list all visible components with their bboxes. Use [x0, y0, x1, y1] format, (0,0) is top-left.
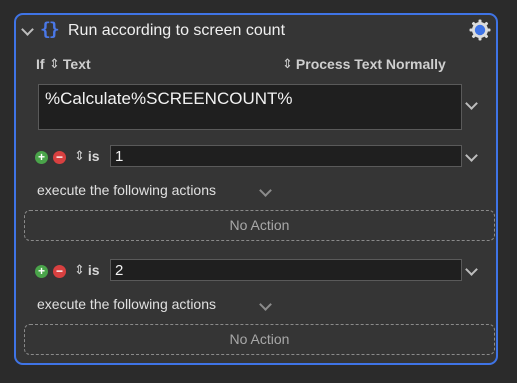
up-down-arrows-icon: ⇕: [74, 148, 85, 163]
process-mode-popup[interactable]: ⇕ Process Text Normally: [282, 56, 446, 72]
source-type-label: Text: [62, 56, 91, 72]
execute-actions-label[interactable]: execute the following actions: [37, 296, 216, 312]
case-value-chevron-icon[interactable]: [465, 263, 478, 276]
action-title[interactable]: Run according to screen count: [68, 22, 285, 40]
if-label: If: [36, 56, 45, 72]
execute-actions-label[interactable]: execute the following actions: [37, 182, 216, 198]
remove-case-icon[interactable]: −: [53, 151, 66, 164]
case-operator-label: is: [87, 262, 100, 278]
case-operator-label: is: [87, 148, 100, 164]
no-action-dropzone[interactable]: No Action: [24, 324, 495, 355]
case-value-field[interactable]: 2: [110, 259, 462, 281]
add-case-icon[interactable]: +: [35, 151, 48, 164]
gear-icon[interactable]: [469, 19, 491, 41]
case-value-chevron-icon[interactable]: [465, 149, 478, 162]
remove-case-icon[interactable]: −: [53, 265, 66, 278]
case-value-field[interactable]: 1: [110, 145, 462, 167]
expression-menu-chevron-icon[interactable]: [465, 97, 478, 110]
case-operator-popup[interactable]: ⇕ is: [74, 262, 100, 278]
up-down-arrows-icon: ⇕: [49, 56, 60, 71]
execute-actions-chevron-icon[interactable]: [259, 184, 272, 197]
source-type-popup[interactable]: ⇕ Text: [49, 56, 91, 72]
no-action-dropzone[interactable]: No Action: [24, 210, 495, 241]
switch-action-panel: {} Run according to screen count If ⇕ Te…: [14, 13, 498, 365]
up-down-arrows-icon: ⇕: [282, 56, 293, 71]
add-case-icon[interactable]: +: [35, 265, 48, 278]
process-mode-label: Process Text Normally: [295, 56, 446, 72]
expression-field[interactable]: %Calculate%SCREENCOUNT%: [38, 84, 462, 130]
collapse-chevron-icon[interactable]: [21, 23, 34, 36]
case-operator-popup[interactable]: ⇕ is: [74, 148, 100, 164]
execute-actions-chevron-icon[interactable]: [259, 298, 272, 311]
curly-braces-icon: {}: [40, 19, 60, 40]
up-down-arrows-icon: ⇕: [74, 262, 85, 277]
